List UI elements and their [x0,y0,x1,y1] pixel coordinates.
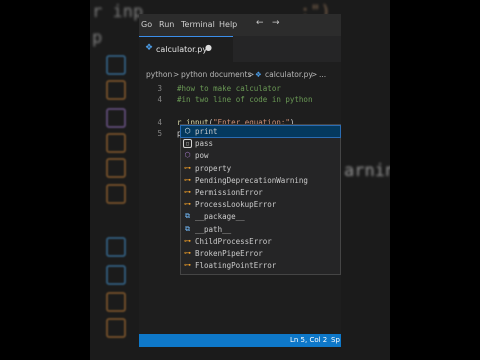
suggestion-item[interactable]: ⊶ ChildProcessError [181,236,340,247]
bg-suggest-icon [106,108,126,128]
breadcrumb-item[interactable]: python [146,70,172,79]
suggestion-label: ProcessLookupError [195,200,277,210]
suggestion-item[interactable]: ⧉ __package__ [181,211,340,222]
menu-terminal[interactable]: Terminal [181,20,215,29]
bg-code-text: r inp [92,2,144,22]
bg-suggest-icon [106,265,126,285]
line-number: 3 [157,84,162,93]
bg-suggest-icon [106,237,126,257]
class-icon: ⊶ [184,236,191,245]
class-icon: ⊶ [184,261,191,270]
suggestion-label: property [195,163,232,173]
bg-suggest-icon [106,292,126,312]
suggestion-label: pow [195,151,209,161]
class-icon: ⊶ [184,175,191,184]
indentation-status[interactable]: Sp [331,336,340,344]
class-icon: ⊶ [184,200,191,209]
vscode-window: Go Run Terminal Help ← → ❖ calculator.py… [139,14,341,347]
tab-label: calculator.py [156,45,208,54]
class-icon: ⊶ [184,188,191,196]
autocomplete-widget: ⬡ print □ pass ⬡ pow ⊶ property ⊶ PendingDeprecat… [180,124,341,275]
function-icon: ⬡ [184,127,191,135]
suggestion-label: FloatingPointError [195,261,277,271]
line-number: 4 [157,95,162,104]
line-number: 4 [157,118,162,127]
bg-suggest-icon [106,184,126,204]
breadcrumb: python > python documents > ❖ calculator… [139,68,341,82]
menu-run[interactable]: Run [159,20,174,29]
bg-suggest-icon [106,55,126,75]
letterbox-right [390,0,480,360]
letterbox-left [0,0,90,360]
breadcrumb-item[interactable]: python documents [181,70,251,79]
suggestion-label: __package__ [195,212,245,222]
suggestion-label: print [195,127,218,136]
class-icon: ⊶ [184,249,191,257]
chevron-right-icon: > [248,70,255,79]
bg-suggest-icon [106,133,126,153]
variable-icon: ⧉ [185,224,190,233]
suggestion-label: PendingDeprecationWarning [195,175,308,185]
menu-go[interactable]: Go [141,20,152,29]
code-line: #how to make calculator [177,84,281,93]
suggestion-item[interactable]: ⊶ PendingDeprecationWarning [181,175,340,186]
breadcrumb-item[interactable]: calculator.py [265,70,313,79]
keyword-icon: □ [183,139,192,149]
suggestion-label: ChildProcessError [195,236,272,246]
suggestion-item[interactable]: ⊶ BrokenPipeError [181,248,340,259]
python-file-icon: ❖ [145,43,154,53]
suggestion-label: BrokenPipeError [195,249,263,258]
chevron-right-icon: > [311,70,318,79]
bg-suggest-icon [106,158,126,178]
suggestion-label: PermissionError [195,188,263,197]
suggestion-item[interactable]: ⊶ PermissionError [181,187,340,198]
suggestion-item[interactable]: ⧉ __path__ [181,224,340,235]
tab-bar: ❖ calculator.py ● [139,36,341,62]
suggestion-item[interactable]: ⬡ pow [181,150,340,161]
status-bar: Ln 5, Col 2 Sp [139,334,341,347]
unsaved-dot-icon[interactable]: ● [205,43,212,52]
breadcrumb-item[interactable]: ... [319,70,326,79]
class-icon: ⊶ [184,163,191,172]
cursor-position[interactable]: Ln 5, Col 2 [290,336,327,344]
variable-icon: ⧉ [185,212,190,221]
chevron-right-icon: > [173,70,180,79]
menu-help[interactable]: Help [219,20,237,29]
suggestion-item[interactable]: ⬡ print [180,124,341,139]
bg-suggest-icon [106,80,126,100]
function-icon: ⬡ [184,151,191,160]
suggestion-item[interactable]: □ pass [181,138,340,149]
suggestion-label: pass [195,139,214,149]
suggestion-item[interactable]: ⊶ property [181,163,340,174]
bg-suggest-icon [106,318,126,338]
menu-bar: Go Run Terminal Help ← → [139,14,341,36]
suggestion-item[interactable]: ⊶ FloatingPointError [181,260,340,271]
suggestion-item[interactable]: ⊶ ProcessLookupError [181,199,340,210]
suggestion-label: __path__ [195,224,232,234]
bg-code-text: p [92,28,103,48]
line-number: 5 [157,129,162,138]
arrow-left-icon[interactable]: ← [256,18,264,28]
tab-calculator-py[interactable]: ❖ calculator.py ● [139,36,233,62]
python-file-icon: ❖ [255,70,262,79]
code-line: #in two line of code in python [177,95,313,104]
arrow-right-icon[interactable]: → [272,18,280,28]
